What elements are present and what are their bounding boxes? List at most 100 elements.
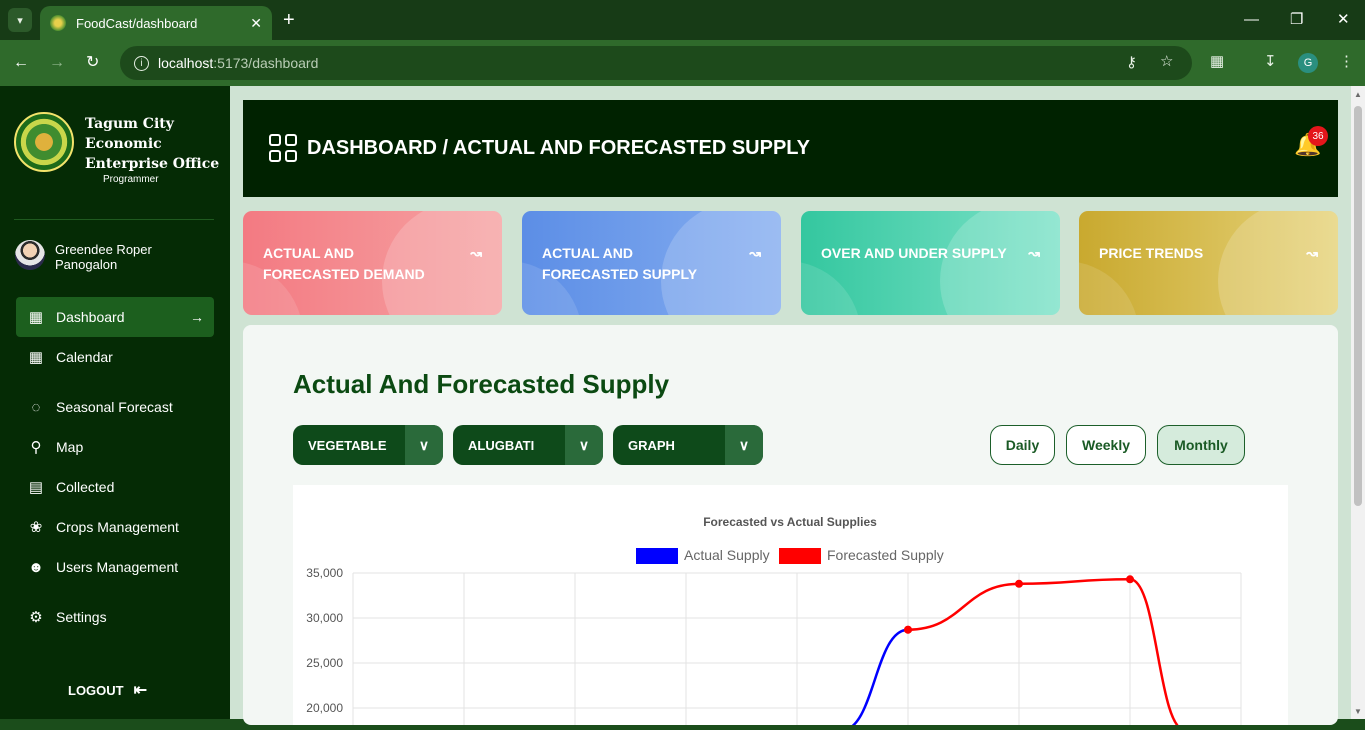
sidebar-item-crops-management[interactable]: ❀ Crops Management: [16, 507, 214, 547]
supply-line-chart: Forecasted vs Actual Supplies Actual Sup…: [306, 515, 1242, 730]
gear-icon: ⚙: [29, 609, 43, 626]
chevron-down-icon: ∨: [405, 425, 443, 465]
card-supply[interactable]: ACTUAL AND FORECASTED SUPPLY ↝: [522, 211, 781, 315]
select-value: VEGETABLE: [308, 437, 387, 453]
close-tab-icon[interactable]: ✕: [250, 15, 262, 32]
new-tab-icon[interactable]: +: [283, 9, 295, 31]
back-icon[interactable]: ←: [13, 53, 29, 73]
sidebar-divider: [14, 219, 214, 220]
page-header: DASHBOARD / ACTUAL AND FORECASTED SUPPLY…: [243, 100, 1338, 197]
dashboard-grid-icon: [269, 133, 299, 164]
y-axis-ticks: 35,000 30,000 25,000 20,000: [306, 566, 343, 715]
restore-icon[interactable]: ❐: [1290, 11, 1303, 29]
notification-badge: 36: [1308, 126, 1328, 146]
view-select[interactable]: GRAPH ∨: [613, 425, 763, 465]
site-info-icon[interactable]: i: [134, 55, 149, 71]
logout-button[interactable]: LOGOUT ⇤: [68, 680, 147, 700]
period-weekly-button[interactable]: Weekly: [1066, 425, 1146, 465]
sprout-icon: ❀: [29, 519, 43, 536]
sidebar-item-seasonal-forecast[interactable]: ◌ Seasonal Forecast: [16, 387, 214, 427]
sidebar-item-users-management[interactable]: ☻ Users Management: [16, 547, 214, 587]
address-bar[interactable]: i localhost:5173/dashboard: [120, 46, 1192, 80]
data-point: [904, 625, 912, 634]
legend-swatch: [779, 548, 821, 564]
card-label: OVER AND UNDER SUPPLY: [821, 245, 1007, 261]
avatar: [15, 240, 45, 270]
sidebar-item-settings[interactable]: ⚙ Settings: [16, 597, 214, 637]
card-price-trends[interactable]: PRICE TRENDS ↝: [1079, 211, 1338, 315]
sidebar-item-label: Map: [56, 439, 84, 455]
card-over-under-supply[interactable]: OVER AND UNDER SUPPLY ↝: [801, 211, 1060, 315]
sidebar-item-map[interactable]: ⚲ Map: [16, 427, 214, 467]
chart-line-icon: ↝: [470, 245, 482, 261]
tab-search-button[interactable]: ▾: [8, 8, 32, 32]
period-daily-button[interactable]: Daily: [990, 425, 1055, 465]
chart-line-icon: ↝: [1028, 245, 1040, 261]
legend-swatch: [636, 548, 678, 564]
bookmark-star-icon[interactable]: ☆: [1160, 52, 1173, 70]
card-label: ACTUAL AND FORECASTED DEMAND: [263, 245, 425, 282]
browser-tab[interactable]: FoodCast/dashboard ✕: [40, 6, 272, 40]
menu-kebab-icon[interactable]: ⋮: [1339, 52, 1354, 70]
close-window-icon[interactable]: ✕: [1337, 11, 1350, 29]
browser-toolbar: ← → ↻ i localhost:5173/dashboard ⚷ ☆ ▦ ↧…: [0, 40, 1365, 86]
card-demand[interactable]: ACTUAL AND FORECASTED DEMAND ↝: [243, 211, 502, 315]
sidebar-item-collected[interactable]: ▤ Collected: [16, 467, 214, 507]
logout-icon: ⇤: [133, 682, 148, 699]
sidebar-item-label: Settings: [56, 609, 107, 625]
y-tick-label: 30,000: [306, 611, 343, 625]
legend-label: Forecasted Supply: [827, 547, 944, 563]
user-role: Programmer: [103, 174, 159, 185]
organization-name: Tagum City Economic Enterprise Office: [85, 116, 220, 172]
extensions-icon[interactable]: ▦: [1210, 52, 1224, 70]
url-path: :5173/dashboard: [213, 55, 319, 71]
notification-bell-icon[interactable]: 🔔 36: [1294, 126, 1328, 160]
password-key-icon[interactable]: ⚷: [1126, 53, 1137, 71]
user-name: Greendee Roper Panogalon: [55, 242, 152, 272]
select-value: ALUGBATI: [468, 437, 535, 453]
minimize-icon[interactable]: —: [1244, 11, 1259, 29]
sidebar-item-label: Calendar: [56, 349, 113, 365]
page-title: DASHBOARD / ACTUAL AND FORECASTED SUPPLY: [307, 137, 810, 159]
scroll-thumb[interactable]: [1354, 106, 1362, 506]
page-scrollbar[interactable]: ▲ ▼: [1351, 86, 1365, 719]
select-value: GRAPH: [628, 437, 675, 453]
section-title: Actual And Forecasted Supply: [293, 369, 670, 399]
y-tick-label: 35,000: [306, 566, 343, 580]
sidebar-item-label: Dashboard: [56, 309, 125, 325]
spiral-icon: ◌: [31, 398, 41, 416]
chart-line-icon: ↝: [749, 245, 761, 261]
favicon-icon: [50, 15, 66, 31]
y-tick-label: 25,000: [306, 656, 343, 670]
url-host: localhost: [158, 55, 214, 71]
sidebar-item-calendar[interactable]: ▦ Calendar: [16, 337, 214, 377]
tab-title: FoodCast/dashboard: [76, 15, 198, 31]
period-monthly-button[interactable]: Monthly: [1157, 425, 1245, 465]
collected-icon: ▤: [28, 479, 44, 496]
data-point: [1126, 575, 1134, 584]
profile-avatar[interactable]: G: [1298, 53, 1318, 73]
scroll-up-icon[interactable]: ▲: [1354, 90, 1362, 99]
category-select[interactable]: VEGETABLE ∨: [293, 425, 443, 465]
data-point: [1015, 579, 1023, 588]
chart-title: Forecasted vs Actual Supplies: [703, 515, 877, 529]
forward-icon[interactable]: →: [49, 53, 65, 73]
download-icon[interactable]: ↧: [1264, 52, 1277, 70]
crop-select[interactable]: ALUGBATI ∨: [453, 425, 603, 465]
city-seal-logo: [14, 112, 74, 172]
scroll-down-icon[interactable]: ▼: [1354, 707, 1362, 716]
browser-tab-strip: ▾ FoodCast/dashboard ✕ + — ❐ ✕: [0, 0, 1365, 40]
card-label: ACTUAL AND FORECASTED SUPPLY: [542, 245, 698, 282]
map-pin-icon: ⚲: [30, 439, 42, 456]
main-content: DASHBOARD / ACTUAL AND FORECASTED SUPPLY…: [230, 86, 1351, 730]
calendar-icon: ▦: [28, 349, 44, 366]
reload-icon[interactable]: ↻: [86, 53, 99, 73]
sidebar-item-label: Users Management: [56, 559, 179, 575]
chart-line-icon: ↝: [1306, 245, 1318, 261]
series-line: [841, 628, 909, 730]
y-tick-label: 20,000: [306, 701, 343, 715]
arrow-right-icon: →: [190, 309, 204, 325]
sidebar-item-dashboard[interactable]: ▦ Dashboard →: [16, 297, 214, 337]
chevron-down-icon: ∨: [725, 425, 763, 465]
legend-label: Actual Supply: [684, 547, 770, 563]
